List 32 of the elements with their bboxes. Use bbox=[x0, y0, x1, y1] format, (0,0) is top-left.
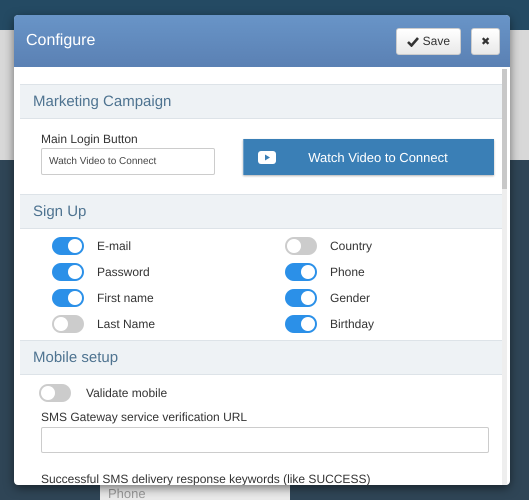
toggle-label: Last Name bbox=[97, 317, 156, 331]
toggle-label: Gender bbox=[330, 291, 370, 305]
close-button[interactable]: ✖ bbox=[471, 28, 500, 54]
toggle-switch[interactable] bbox=[285, 263, 317, 281]
input-field[interactable]: Watch Video to Connect bbox=[41, 148, 215, 175]
toggle-switch[interactable] bbox=[39, 384, 71, 402]
toggle-label: Validate mobile bbox=[86, 386, 168, 400]
field-label: Main Login Button bbox=[41, 132, 139, 146]
toggle-switch[interactable] bbox=[285, 237, 317, 255]
section-title: Marketing Campaign bbox=[33, 93, 172, 110]
save-button[interactable]: Save bbox=[396, 28, 461, 54]
toggle-label: Phone bbox=[330, 265, 365, 279]
check-icon bbox=[406, 36, 419, 46]
section-title: Sign Up bbox=[33, 203, 86, 220]
field-label: SMS Gateway service verification URL bbox=[41, 410, 248, 424]
toggle-switch[interactable] bbox=[52, 315, 84, 333]
scrollbar[interactable] bbox=[502, 69, 507, 485]
toggle-switch[interactable] bbox=[52, 237, 84, 255]
toggle-label: Password bbox=[97, 265, 150, 279]
toggle-switch[interactable] bbox=[52, 263, 84, 281]
toggle-switch[interactable] bbox=[52, 289, 84, 307]
watch-video-button[interactable]: Watch Video to Connect bbox=[243, 139, 494, 175]
toggle-switch[interactable] bbox=[285, 315, 317, 333]
input-field[interactable] bbox=[41, 427, 489, 453]
toggle-label: Birthday bbox=[330, 317, 374, 331]
play-icon bbox=[258, 150, 276, 164]
toggle-label: E-mail bbox=[97, 239, 132, 253]
toggle-switch[interactable] bbox=[285, 289, 317, 307]
dialog-title: Configure bbox=[26, 32, 96, 50]
section-title: Mobile setup bbox=[33, 349, 118, 366]
toggle-label: First name bbox=[97, 291, 154, 305]
toggle-label: Country bbox=[330, 239, 372, 253]
